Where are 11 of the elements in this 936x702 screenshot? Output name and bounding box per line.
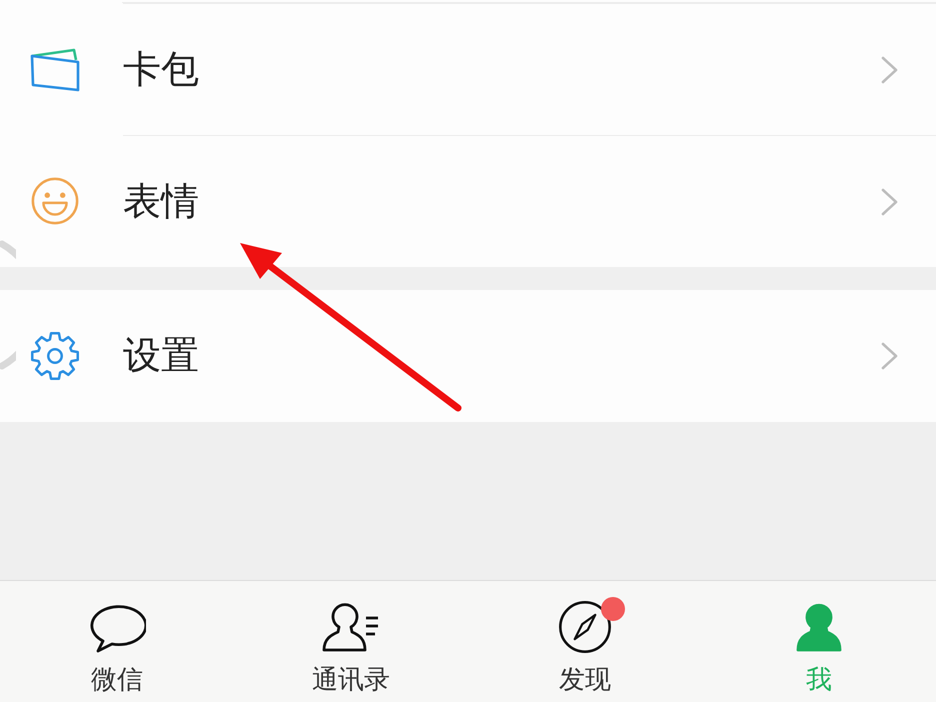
tab[interactable]: 微信 bbox=[0, 581, 234, 702]
compass-icon bbox=[556, 600, 614, 654]
partial-ring-icon bbox=[0, 240, 16, 370]
chevron-right-icon bbox=[880, 186, 900, 216]
chevron-right-icon bbox=[880, 341, 900, 371]
tab[interactable]: 发现 bbox=[468, 581, 702, 702]
contacts-icon bbox=[322, 600, 380, 654]
chevron-right-icon bbox=[880, 54, 900, 84]
tab[interactable]: 通讯录 bbox=[234, 581, 468, 702]
settings-icon bbox=[29, 331, 81, 381]
smiley-icon bbox=[29, 176, 81, 226]
